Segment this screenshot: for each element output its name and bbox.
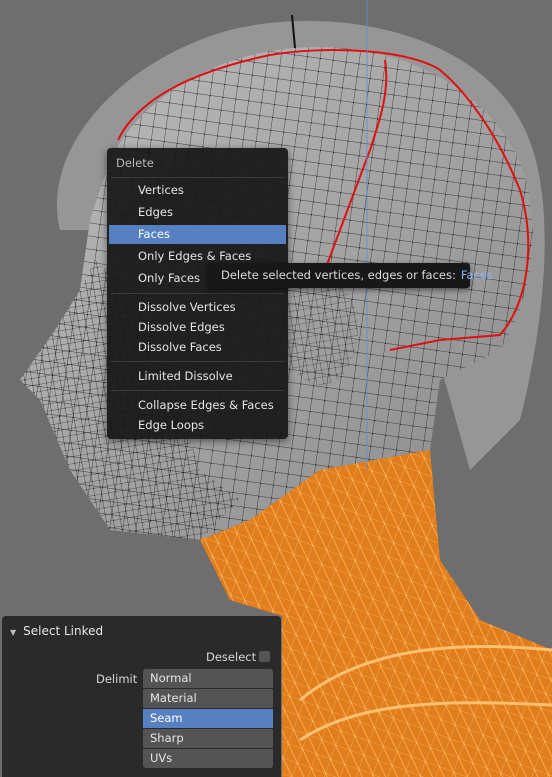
menu-divider [111,177,284,178]
menu-divider [111,293,284,294]
panel-header[interactable]: ▼ Select Linked [10,620,103,642]
delete-menu: Delete Vertices Edges Faces Only Edges &… [107,148,288,439]
deselect-label: Deselect [206,650,257,664]
menu-item-dissolve-faces[interactable]: Dissolve Faces [109,338,286,357]
faces-tooltip: Delete selected vertices, edges or faces… [207,263,493,288]
menu-item-limited-dissolve[interactable]: Limited Dissolve [109,367,286,386]
delimit-option-material[interactable]: Material [143,689,273,708]
select-linked-panel: ▼ Select Linked Deselect Delimit Normal M… [2,616,281,777]
menu-item-vertices[interactable]: Vertices [109,181,286,200]
menu-item-dissolve-vertices[interactable]: Dissolve Vertices [109,298,286,317]
menu-item-collapse-edges-faces[interactable]: Collapse Edges & Faces [109,396,286,415]
menu-divider [111,390,284,391]
menu-item-edges[interactable]: Edges [109,203,286,222]
delimit-option-normal[interactable]: Normal [143,669,273,688]
menu-divider [111,361,284,362]
delimit-option-sharp[interactable]: Sharp [143,729,273,748]
collapse-triangle-icon[interactable]: ▼ [10,628,16,637]
delimit-option-uvs[interactable]: UVs [143,749,273,768]
delete-menu-title: Delete [116,156,154,170]
delimit-options: Normal Material Seam Sharp UVs [143,669,273,769]
delimit-option-seam[interactable]: Seam [143,709,273,728]
menu-item-faces[interactable]: Faces [109,225,286,244]
deselect-checkbox[interactable] [259,651,270,662]
tooltip-text: Delete selected vertices, edges or faces… [221,268,456,282]
tooltip-value: Faces [460,268,493,282]
panel-title: Select Linked [23,624,104,638]
delimit-label: Delimit [96,672,138,686]
menu-item-dissolve-edges[interactable]: Dissolve Edges [109,318,286,337]
menu-item-edge-loops[interactable]: Edge Loops [109,416,286,435]
